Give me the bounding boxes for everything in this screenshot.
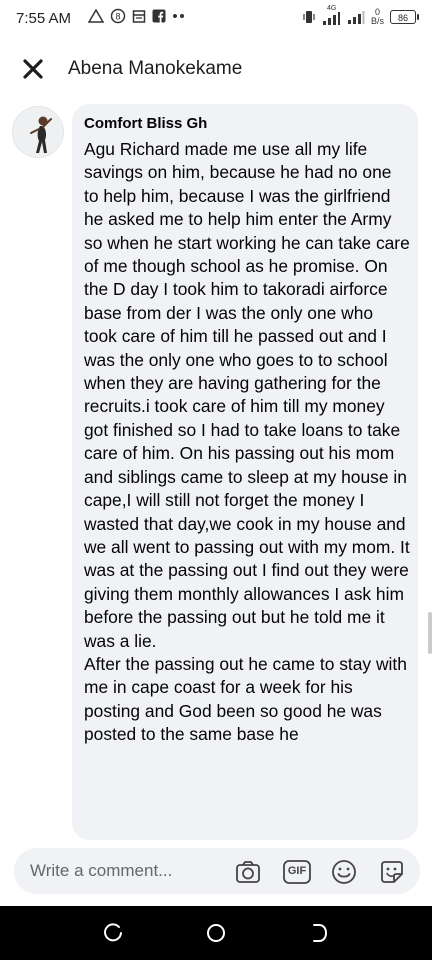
- gif-icon[interactable]: GIF: [282, 858, 312, 886]
- home-icon[interactable]: [203, 920, 229, 946]
- comment-input[interactable]: [30, 858, 210, 884]
- camera-icon[interactable]: [234, 858, 262, 886]
- profile-photo: [13, 107, 63, 157]
- page-header: Abena Manokekame: [0, 40, 432, 98]
- vibrate-icon: [303, 11, 315, 23]
- battery-indicator: 86: [390, 10, 419, 24]
- warning-icon: [88, 9, 104, 23]
- recent-apps-icon[interactable]: [100, 920, 126, 946]
- more-dots-icon: [173, 14, 184, 18]
- status-left-icons: 8: [88, 8, 186, 24]
- comment-author[interactable]: Comfort Bliss Gh: [84, 115, 207, 132]
- signal-bars-2-icon: [347, 11, 365, 24]
- signal-bars-icon: [322, 12, 340, 25]
- system-nav-bar: [0, 906, 432, 960]
- page-title: Abena Manokekame: [68, 58, 243, 79]
- scrollbar[interactable]: [428, 612, 432, 654]
- status-right-icons: 4G 0 B/s 86: [303, 5, 419, 26]
- sticker-icon[interactable]: [378, 858, 406, 886]
- signal-4g: 4G: [321, 5, 341, 25]
- status-time: 7:55 AM: [16, 10, 72, 27]
- comment-bubble: Comfort Bliss Gh Agu Richard made me use…: [72, 104, 418, 840]
- avatar[interactable]: [12, 106, 64, 158]
- close-icon[interactable]: [20, 56, 46, 82]
- comment-composer: GIF: [14, 848, 420, 894]
- svg-text:8: 8: [115, 12, 120, 22]
- data-speed: 0 B/s: [370, 7, 384, 26]
- calendar-icon: [132, 10, 146, 23]
- notification-8-icon: 8: [110, 8, 126, 24]
- back-icon[interactable]: [306, 920, 332, 946]
- gif-label: GIF: [287, 865, 307, 877]
- status-bar: 7:55 AM 8 4G 0 B/s 86: [0, 0, 432, 40]
- emoji-icon[interactable]: [330, 858, 358, 886]
- comment-text: Agu Richard made me use all my life savi…: [84, 139, 410, 745]
- facebook-icon: [152, 9, 166, 23]
